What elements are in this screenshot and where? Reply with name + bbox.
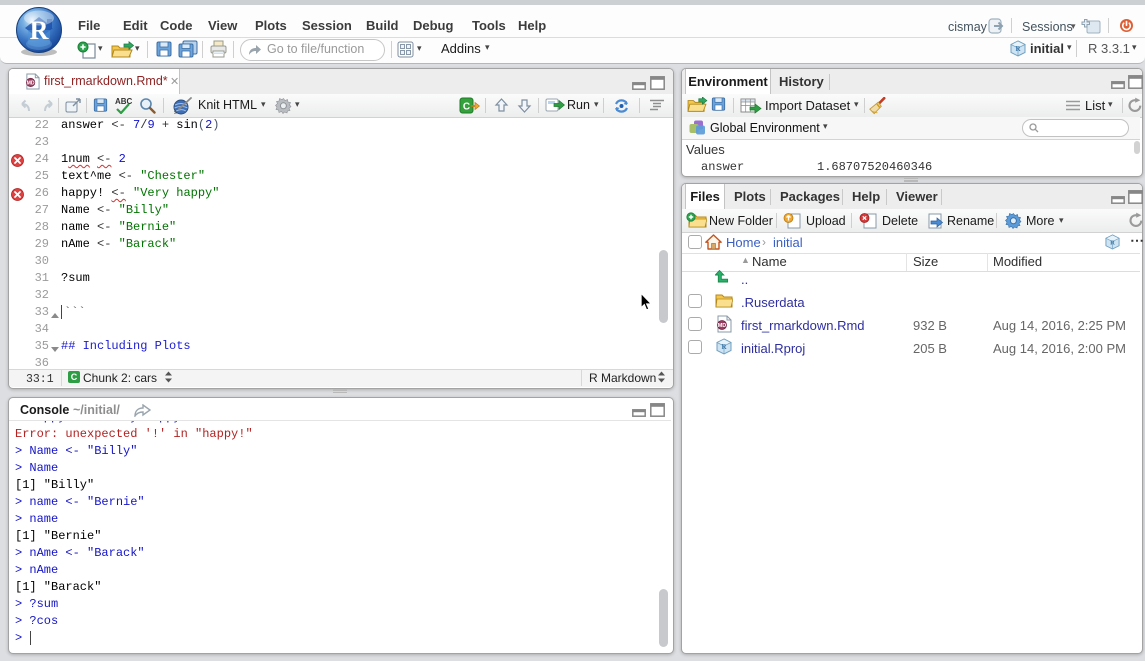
svg-text:MD: MD — [27, 81, 35, 87]
svg-text:C: C — [463, 102, 470, 113]
svg-text:MD: MD — [718, 323, 727, 329]
svg-text:R: R — [1110, 239, 1115, 246]
svg-text:s: s — [174, 108, 177, 115]
